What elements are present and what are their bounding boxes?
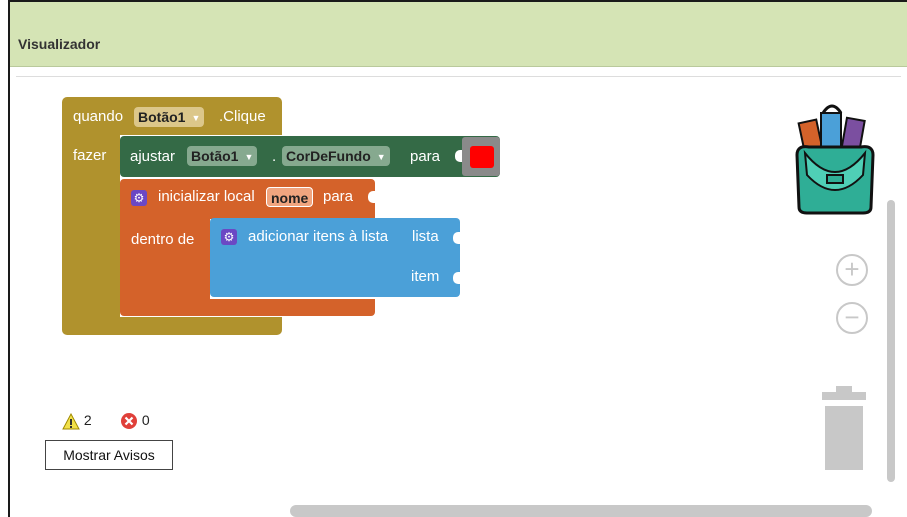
- horizontal-scrollbar[interactable]: [290, 505, 872, 517]
- event-block-footer: [62, 317, 282, 335]
- divider: [16, 76, 901, 77]
- item-socket-label: item: [411, 268, 440, 285]
- gear-icon[interactable]: ⚙: [131, 190, 147, 206]
- vertical-scrollbar[interactable]: [887, 200, 895, 482]
- set-component-dropdown[interactable]: Botão1 ▼: [187, 146, 258, 166]
- chevron-down-icon: ▼: [376, 152, 386, 163]
- chevron-down-icon: ▼: [244, 152, 254, 163]
- error-icon: [121, 413, 137, 430]
- list-socket-label: lista: [412, 228, 439, 245]
- error-indicator: 0: [120, 412, 150, 430]
- dot-separator: .: [272, 148, 277, 165]
- input-socket: [368, 191, 375, 203]
- component-dropdown[interactable]: Botão1 ▼: [134, 107, 205, 127]
- property-name: CorDeFundo: [286, 148, 371, 164]
- warning-indicator: 2: [62, 412, 92, 430]
- event-name: .Clique: [219, 108, 266, 125]
- set-component-name: Botão1: [191, 148, 239, 164]
- zoom-in-icon[interactable]: +: [836, 254, 868, 286]
- to-label: para: [410, 148, 441, 165]
- add-items-title: adicionar itens à lista: [248, 228, 389, 245]
- list-input-socket: [453, 232, 460, 244]
- error-count: 0: [141, 412, 150, 428]
- warning-count: 2: [83, 412, 92, 428]
- do-label: fazer: [73, 147, 107, 164]
- init-local-label: inicializar local: [158, 188, 255, 205]
- item-input-socket: [453, 272, 460, 284]
- trash-icon[interactable]: [822, 386, 866, 472]
- local-to-label: para: [323, 188, 354, 205]
- warning-icon: [62, 412, 80, 430]
- in-label: dentro de: [131, 231, 195, 248]
- component-name: Botão1: [138, 109, 186, 125]
- chevron-down-icon: ▼: [191, 113, 201, 124]
- set-label: ajustar: [130, 148, 176, 165]
- when-label: quando: [73, 108, 124, 125]
- property-dropdown[interactable]: CorDeFundo ▼: [282, 146, 390, 166]
- local-block-footer: [120, 299, 375, 316]
- panel-title: Visualizador: [18, 36, 101, 52]
- variable-name-field[interactable]: nome: [266, 187, 314, 207]
- backpack-icon[interactable]: [787, 95, 883, 217]
- show-warnings-button[interactable]: Mostrar Avisos: [45, 440, 173, 470]
- zoom-out-icon[interactable]: −: [836, 302, 868, 334]
- color-swatch[interactable]: [470, 146, 494, 168]
- panel-header: Visualizador: [10, 2, 907, 67]
- gear-icon[interactable]: ⚙: [221, 229, 237, 245]
- input-socket: [455, 150, 462, 162]
